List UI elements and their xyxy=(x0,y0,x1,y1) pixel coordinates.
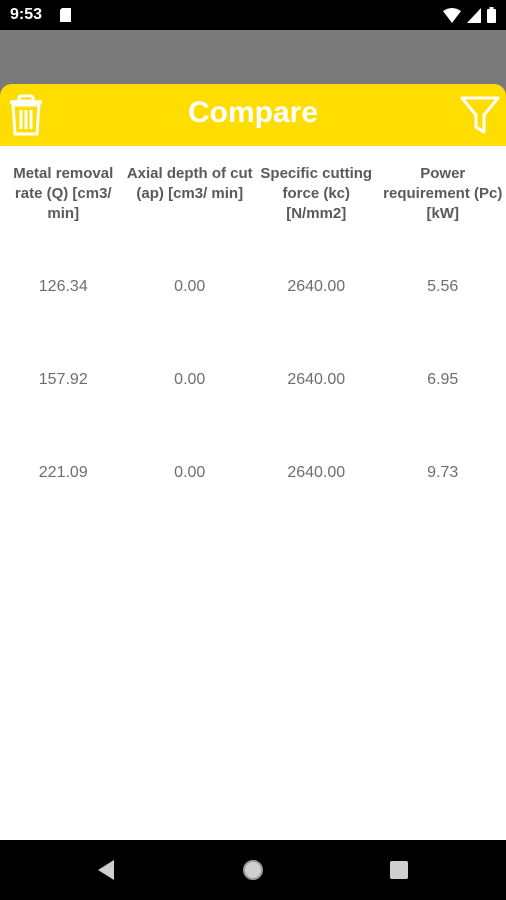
signal-icon xyxy=(467,7,481,23)
status-time: 9:53 xyxy=(10,6,43,23)
table-header: Metal removal rate (Q) [cm3/ min] Axial … xyxy=(0,146,506,236)
table-cell: 9.73 xyxy=(427,464,459,481)
page-title: Compare xyxy=(187,96,319,129)
table-cell: 157.92 xyxy=(38,371,88,388)
table-cell: 2640.00 xyxy=(287,278,346,295)
status-bar: 9:53 xyxy=(0,0,506,30)
app-bar: Compare xyxy=(0,84,506,146)
table-cell: 126.34 xyxy=(38,278,88,295)
navigation-bar xyxy=(0,840,506,900)
table-cell: 0.00 xyxy=(174,371,206,388)
table-cell: 0.00 xyxy=(174,464,206,481)
table-cell: 0.00 xyxy=(174,278,206,295)
table-row[interactable]: 126.34 0.00 2640.00 5.56 xyxy=(0,236,506,329)
table-row[interactable]: 221.09 0.00 2640.00 9.73 xyxy=(0,422,506,515)
battery-icon xyxy=(487,7,496,23)
column-header-metal-removal-rate: Metal removal rate (Q) [cm3/ min] xyxy=(13,165,114,222)
table-cell: 2640.00 xyxy=(287,371,346,388)
home-icon[interactable] xyxy=(242,859,264,881)
recent-apps-icon[interactable] xyxy=(390,861,408,879)
sim-card-icon xyxy=(60,8,71,22)
table-cell: 5.56 xyxy=(427,278,459,295)
table-row[interactable]: 157.92 0.00 2640.00 6.95 xyxy=(0,329,506,422)
table-cell: 6.95 xyxy=(427,371,459,388)
table-cell: 2640.00 xyxy=(287,464,346,481)
filter-icon[interactable] xyxy=(460,94,500,136)
wifi-icon xyxy=(443,7,461,23)
column-header-specific-cutting-force: Specific cutting force (kc) [N/mm2] xyxy=(260,165,373,222)
compare-table: Metal removal rate (Q) [cm3/ min] Axial … xyxy=(0,146,506,515)
column-header-axial-depth: Axial depth of cut (ap) [cm3/ min] xyxy=(126,165,253,202)
column-header-power-requirement: Power requirement (Pc) [kW] xyxy=(383,165,503,222)
table-cell: 221.09 xyxy=(38,464,88,481)
back-icon[interactable] xyxy=(96,859,116,881)
